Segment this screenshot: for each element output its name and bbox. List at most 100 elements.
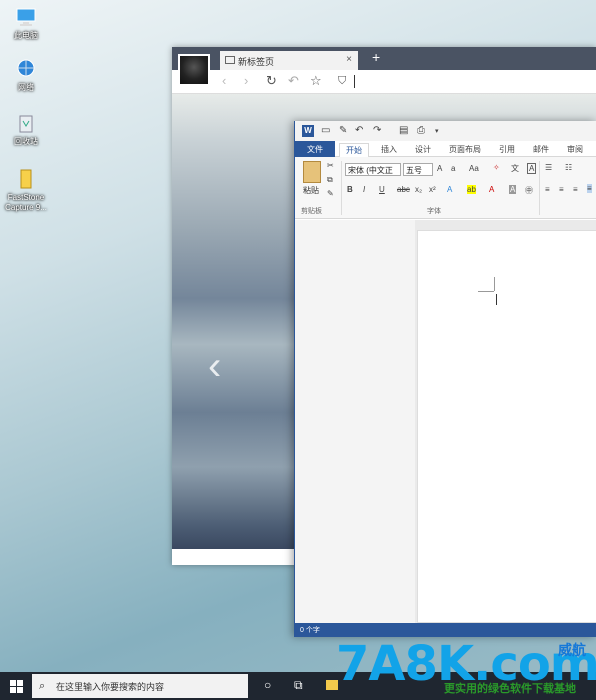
windows-logo-icon [17,687,23,693]
windows-logo-icon [17,680,23,686]
ribbon-home: 粘贴 ✂ ⧉ ✎ 剪贴板 宋体 (中文正 五号 A a Aa ✧ 文 A B I… [295,157,596,219]
new-document-icon[interactable]: ▭ [321,125,330,136]
reload-icon[interactable]: ↻ [266,73,277,89]
watermark: 7A8K.com 威航 更实用的绿色软件下载基地 [330,636,596,700]
numbering-icon[interactable]: ☷ [565,163,572,172]
document-page[interactable] [417,230,596,623]
tab-page-layout[interactable]: 页面布局 [449,144,481,155]
start-button[interactable] [0,672,32,700]
text-cursor [496,294,497,305]
desktop-icon-label: FastStone Capture 9... [5,193,47,212]
margin-mark [478,291,494,292]
document-area [295,220,596,623]
subscript-icon[interactable]: x₂ [415,185,422,194]
font-color-icon[interactable]: A [489,185,494,194]
desktop-icon-label: 网络 [18,83,34,92]
divider [539,161,540,215]
recycle-bin-icon [15,112,37,134]
align-center-icon[interactable]: ≡ [559,185,564,194]
navigation-pane [295,220,415,623]
tab-page-icon [225,56,235,64]
phonetic-guide-icon[interactable]: 文 [511,163,519,174]
tab-review[interactable]: 审阅 [567,144,583,155]
print-icon[interactable]: ⎙ [417,125,425,136]
desktop-icon-label: 回收站 [14,137,38,146]
justify-icon[interactable]: ≡ [587,184,592,193]
desktop-icon-network[interactable]: 网络 [4,58,48,93]
tab-close-button[interactable]: × [346,54,352,65]
search-icon: ⌕ [39,680,46,692]
status-bar: 0 个字 [295,623,596,637]
customize-toolbar-icon[interactable]: ▾ [435,127,439,135]
font-group-label: 字体 [427,208,441,215]
underline-icon[interactable]: U [379,185,385,194]
tab-mailings[interactable]: 邮件 [533,144,549,155]
desktop-icon-this-pc[interactable]: 此电脑 [4,6,48,41]
computer-icon [15,6,37,28]
undo-icon[interactable]: ↶ [355,125,363,136]
divider [341,161,342,215]
tab-file[interactable]: 文件 [295,141,335,157]
new-tab-button[interactable]: + [372,49,380,65]
align-left-icon[interactable]: ≡ [545,185,550,194]
quick-access-toolbar: W ▭ ✎ ↶ ↷ ▤ ⎙ ▾ [295,121,596,141]
format-painter-icon[interactable]: ✎ [327,189,334,198]
undo-icon[interactable]: ↶ [288,73,299,89]
word-count[interactable]: 0 个字 [300,627,320,634]
cortana-icon[interactable]: ○ [264,678,271,692]
character-shading-icon[interactable]: A [509,185,517,194]
italic-icon[interactable]: I [363,185,365,194]
tab-title: 新标签页 [238,57,275,67]
enclose-characters-icon[interactable]: ㊥ [525,185,533,196]
desktop-icon-faststone[interactable]: FastStone Capture 9... [4,168,48,213]
paste-button[interactable] [303,161,321,183]
tab-references[interactable]: 引用 [499,144,515,155]
grow-font-icon[interactable]: A [437,164,442,173]
star-icon[interactable]: ☆ [310,73,322,89]
cut-icon[interactable]: ✂ [327,161,334,170]
font-name-select[interactable]: 宋体 (中文正 [345,163,401,176]
highlight-icon[interactable]: ab [467,185,476,194]
word-logo-icon: W [302,125,314,137]
superscript-icon[interactable]: x² [429,185,436,194]
clear-formatting-icon[interactable]: ✧ [493,163,500,172]
tab-home[interactable]: 开始 [339,143,369,158]
align-right-icon[interactable]: ≡ [573,185,578,194]
forward-icon[interactable]: › [244,73,248,88]
margin-mark [494,277,495,291]
shrink-font-icon[interactable]: a [451,164,455,173]
character-border-icon[interactable]: A [527,163,537,174]
print-preview-icon[interactable]: ▤ [399,125,408,136]
desktop-icon-recycle-bin[interactable]: 回收站 [4,112,48,147]
font-size-select[interactable]: 五号 [403,163,433,176]
bold-icon[interactable]: B [347,185,353,194]
address-caret[interactable] [354,75,355,88]
browser-toolbar: ‹ › ↻ ↶ ☆ ⛉ [172,70,596,94]
copy-icon[interactable]: ⧉ [327,175,333,185]
bullets-icon[interactable]: ☰ [545,163,552,172]
browser-tab[interactable]: 新标签页 × [220,51,358,70]
paste-label: 粘贴 [303,186,319,195]
ribbon-tab-bar: 文件 开始 插入 设计 页面布局 引用 邮件 审阅 [295,141,596,158]
faststone-capture-icon [15,168,37,190]
windows-logo-icon [10,687,16,693]
desktop-icon-label: 此电脑 [14,31,38,40]
avatar[interactable] [178,54,210,86]
network-icon [15,58,37,80]
search-placeholder: 在这里输入你要搜索的内容 [56,682,165,692]
word-window: W ▭ ✎ ↶ ↷ ▤ ⎙ ▾ 文件 开始 插入 设计 页面布局 引用 邮件 审… [294,121,596,637]
strikethrough-icon[interactable]: abc [397,185,410,194]
text-effects-icon[interactable]: A [447,185,452,194]
task-view-icon[interactable]: ⧉ [294,678,303,693]
back-icon[interactable]: ‹ [222,73,226,88]
redo-icon[interactable]: ↷ [373,125,381,136]
carousel-prev-icon[interactable]: ‹ [208,344,221,389]
tab-insert[interactable]: 插入 [381,144,397,155]
format-painter-icon[interactable]: ✎ [339,125,347,136]
shield-icon[interactable]: ⛉ [338,75,346,88]
change-case-icon[interactable]: Aa [469,164,479,173]
clipboard-group-label: 剪贴板 [301,208,322,215]
taskbar-search-box[interactable]: ⌕ 在这里输入你要搜索的内容 [32,674,248,698]
windows-logo-icon [10,680,16,686]
tab-design[interactable]: 设计 [415,144,431,155]
